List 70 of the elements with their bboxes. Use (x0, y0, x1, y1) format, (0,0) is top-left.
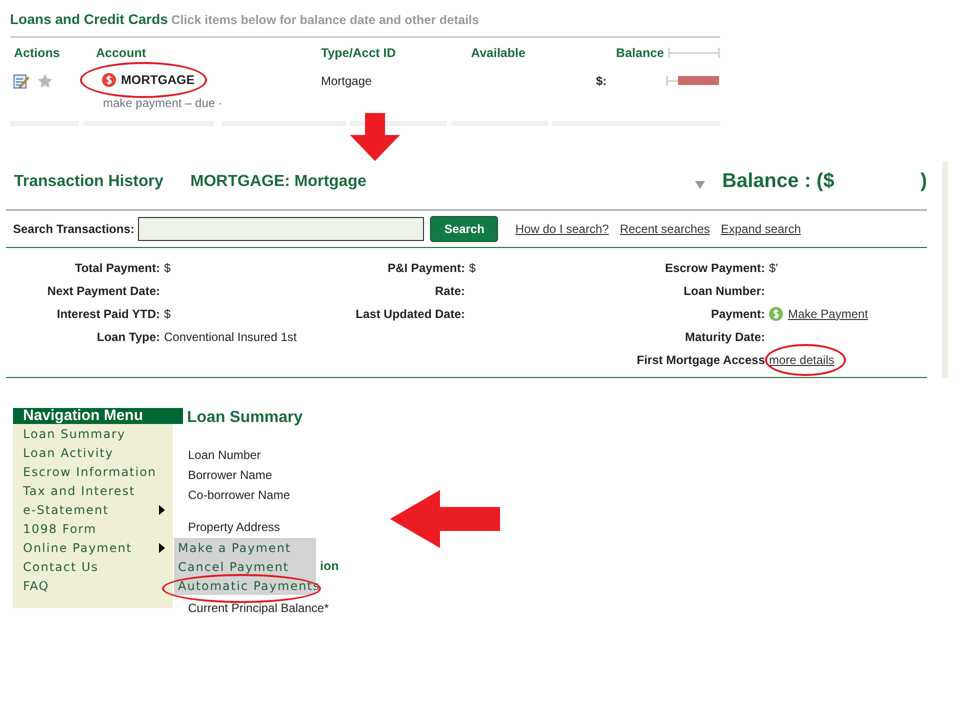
field-label: Payment: (710, 306, 765, 321)
edit-icon (13, 73, 29, 90)
balance-label: Balance : ($ (722, 169, 834, 194)
search-button[interactable]: Search (430, 216, 498, 242)
field-label: Current Principal Balance* (188, 601, 329, 616)
balance-bar-drawing (666, 75, 720, 88)
help-link[interactable]: Expand search (720, 220, 801, 238)
field-value: $ (469, 260, 476, 277)
field-label: Loan Type: (96, 330, 160, 344)
field-value: $ (164, 260, 171, 277)
scale-icon (668, 47, 720, 60)
due-note: make payment – due · (103, 96, 222, 110)
field-label: Borrower Name (188, 468, 272, 482)
table-cell-text: $: (596, 73, 607, 90)
submenu-item[interactable]: Make a Payment (174, 538, 316, 558)
table-cell: Mortgage (321, 74, 372, 88)
panel-hint: Click items below for balance date and other details (171, 13, 479, 27)
field-label: Loan Number: (684, 284, 765, 298)
field-label: Total Payment: (74, 260, 160, 275)
star-icon (37, 73, 53, 90)
account-title: MORTGAGE: Mortgage (190, 172, 366, 191)
section-title: Loan Summary (187, 408, 304, 428)
submenu-arrow-icon (159, 542, 165, 553)
menu-item[interactable]: Loan Summary (13, 424, 173, 444)
menu-item[interactable]: Online Payment (13, 538, 173, 558)
field-label: Rate: (434, 284, 465, 298)
submenu-arrow-icon (159, 504, 165, 515)
search-field[interactable] (138, 217, 424, 242)
details-link[interactable]: more details (769, 352, 834, 367)
menu-item[interactable]: Escrow Information (13, 462, 173, 482)
menu-item[interactable]: Contact Us (13, 557, 173, 576)
help-link[interactable]: Recent searches (620, 220, 710, 238)
menu-item[interactable]: 1098 Form (13, 519, 173, 538)
field-label: Next Payment Date: (47, 284, 160, 298)
menu-title: Navigation Menu (13, 408, 183, 424)
dollar-icon (102, 73, 116, 88)
field-label: Property Address (188, 520, 280, 534)
field-label: Maturity Date: (684, 330, 765, 344)
column-header: Available (471, 46, 526, 60)
down-arrow (350, 113, 400, 161)
field-label: Last Updated Date: (356, 306, 465, 321)
menu-item[interactable]: e-Statement (13, 500, 173, 520)
balance-close: ) (920, 169, 927, 194)
submenu-item[interactable]: Cancel Payment (174, 557, 316, 576)
field-value: $ (164, 306, 171, 323)
menu-item[interactable]: Loan Activity (13, 443, 173, 462)
field-value: Conventional Insured 1st (164, 328, 297, 346)
menu-item[interactable]: FAQ (13, 576, 173, 596)
field-label: First Mortgage Access (636, 352, 765, 367)
section-title: Transaction History (14, 172, 164, 191)
field-label: P&I Payment: (388, 260, 465, 275)
field-value: $' (769, 260, 778, 277)
help-link[interactable]: How do I search? (515, 220, 609, 238)
field-label: Interest Paid YTD: (56, 306, 160, 321)
field-label: Escrow Payment: (664, 260, 765, 275)
dollar-icon (769, 306, 783, 321)
panel-title: Loans and Credit Cards (10, 11, 168, 27)
column-header: Type/Acct ID (321, 46, 396, 60)
account-link[interactable]: MORTGAGE (121, 70, 195, 90)
menu-item[interactable]: Tax and Interest (13, 481, 173, 500)
field-label: Loan Number (188, 448, 261, 462)
column-header: Account (96, 46, 146, 60)
dropdown-icon (694, 180, 706, 190)
column-header: Balance (616, 45, 664, 62)
field-label: Co-borrower Name (188, 488, 290, 502)
payment-link[interactable]: Make Payment (788, 304, 868, 323)
search-label: Search Transactions: (13, 221, 134, 238)
section-heading: ion (320, 559, 339, 574)
submenu-item[interactable]: Automatic Payments (174, 576, 316, 596)
column-header: Actions (14, 46, 60, 60)
